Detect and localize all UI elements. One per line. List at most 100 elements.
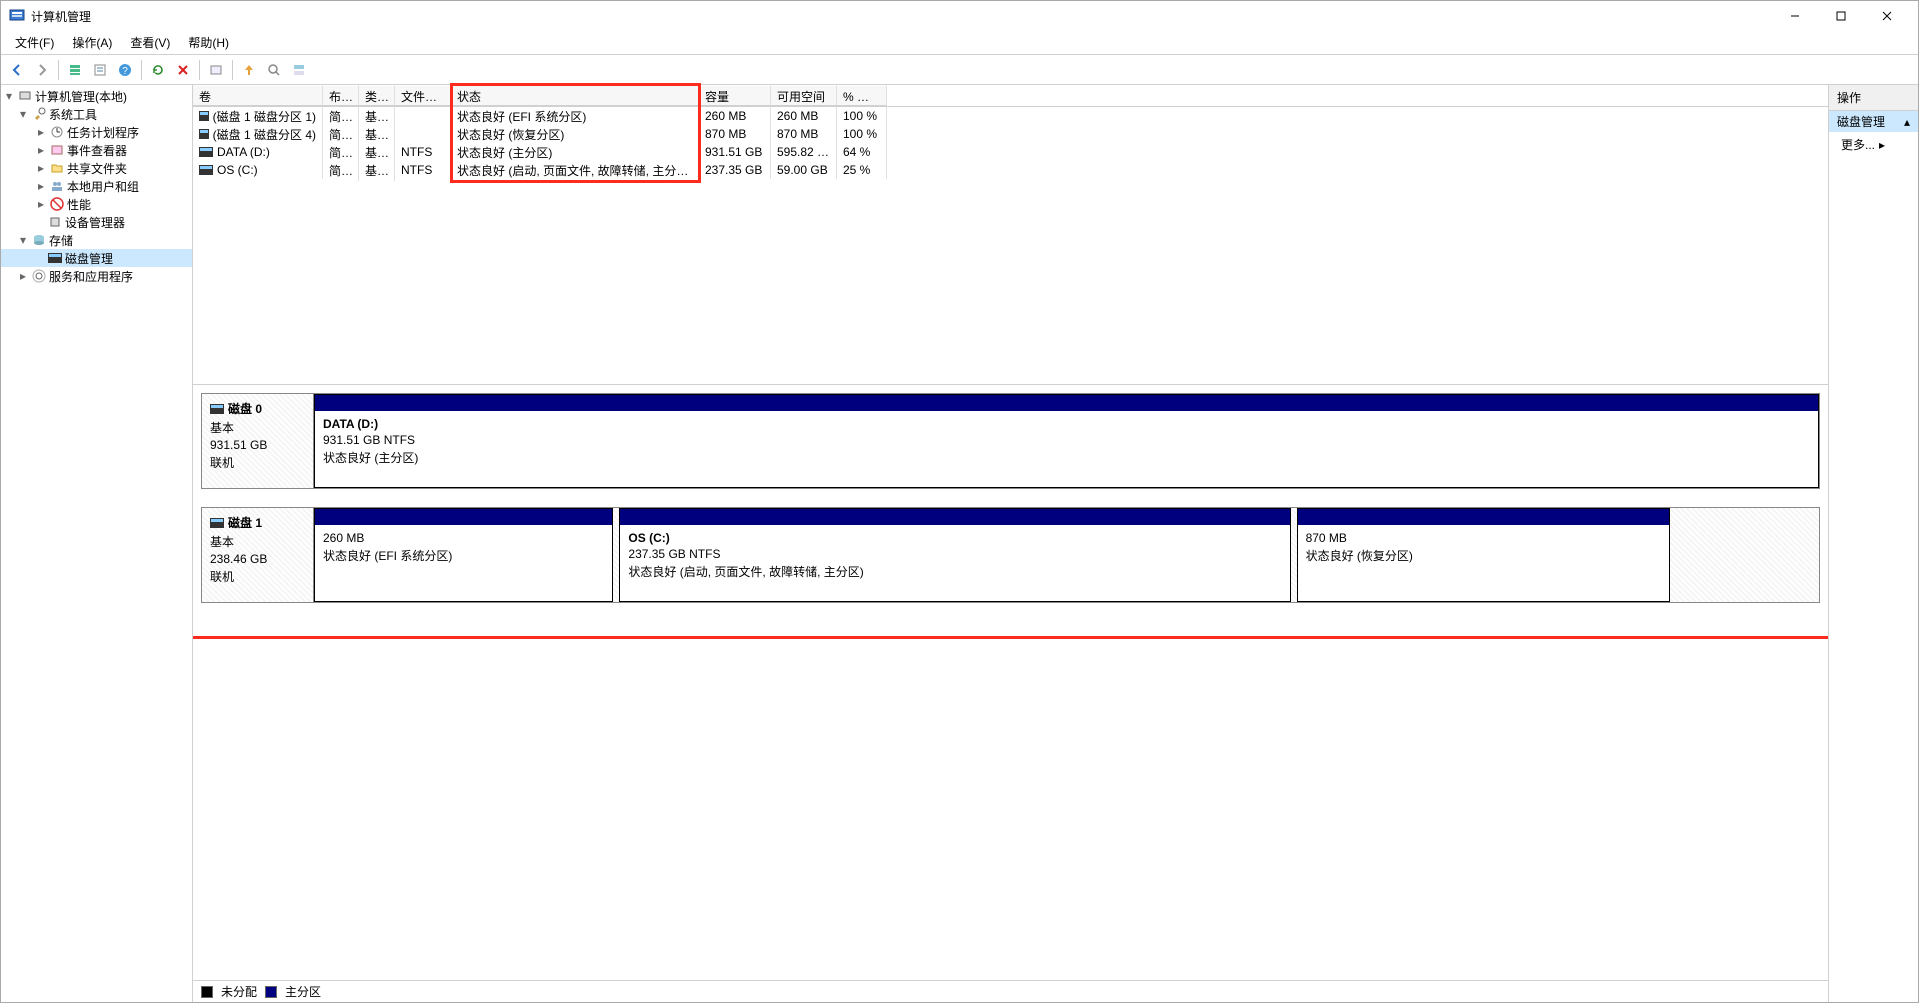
volume-list: 卷 布局 类型 文件系统 状态 容量 可用空间 % 可用 (磁盘 1 磁盘分区 … — [193, 85, 1828, 385]
expander-icon[interactable]: ▸ — [35, 143, 47, 157]
properties-button[interactable] — [88, 58, 112, 82]
expander-icon[interactable]: ▾ — [17, 107, 29, 121]
cell-capacity: 931.51 GB — [699, 143, 771, 161]
titlebar: 计算机管理 — [1, 1, 1918, 31]
expander-icon[interactable]: ▸ — [35, 179, 47, 193]
legend-swatch-unallocated — [201, 986, 213, 998]
event-icon — [49, 142, 65, 158]
disk-icon — [199, 165, 213, 175]
partition[interactable]: DATA (D:)931.51 GB NTFS状态良好 (主分区) — [314, 394, 1819, 488]
toolbar-separator — [199, 60, 200, 80]
disk-block[interactable]: 磁盘 0基本931.51 GB联机DATA (D:)931.51 GB NTFS… — [201, 393, 1820, 489]
disk-graphical-view: 磁盘 0基本931.51 GB联机DATA (D:)931.51 GB NTFS… — [193, 385, 1828, 980]
tree-root[interactable]: ▾ 计算机管理(本地) — [1, 87, 192, 105]
menu-action[interactable]: 操作(A) — [64, 32, 120, 53]
expander-icon[interactable]: ▸ — [35, 125, 47, 139]
computer-icon — [17, 88, 33, 104]
disk-status: 联机 — [210, 568, 305, 585]
tree-label: 共享文件夹 — [67, 160, 127, 177]
cell-volume: OS (C:) — [217, 163, 258, 177]
tree-system-tools[interactable]: ▾ 系统工具 — [1, 105, 192, 123]
nav-forward-button[interactable] — [30, 58, 54, 82]
list-rows[interactable]: (磁盘 1 磁盘分区 1)简单基本状态良好 (EFI 系统分区)260 MB26… — [193, 107, 1828, 384]
volume-row[interactable]: (磁盘 1 磁盘分区 1)简单基本状态良好 (EFI 系统分区)260 MB26… — [193, 107, 1828, 125]
actions-more[interactable]: 更多... ▸ — [1829, 132, 1918, 157]
up-button[interactable] — [237, 58, 261, 82]
expander-icon[interactable]: ▾ — [3, 89, 15, 103]
tree-event-viewer[interactable]: ▸ 事件查看器 — [1, 141, 192, 159]
cell-volume: (磁盘 1 磁盘分区 4) — [213, 126, 316, 143]
minimize-button[interactable] — [1772, 1, 1818, 31]
maximize-button[interactable] — [1818, 1, 1864, 31]
disk-icon — [210, 518, 224, 528]
menubar: 文件(F) 操作(A) 查看(V) 帮助(H) — [1, 31, 1918, 55]
tree-services-apps[interactable]: ▸ 服务和应用程序 — [1, 267, 192, 285]
cell-free: 59.00 GB — [771, 161, 837, 179]
tree-storage[interactable]: ▾ 存储 — [1, 231, 192, 249]
refresh-button[interactable] — [146, 58, 170, 82]
partition[interactable]: OS (C:)237.35 GB NTFS状态良好 (启动, 页面文件, 故障转… — [619, 508, 1290, 602]
help-button[interactable]: ? — [113, 58, 137, 82]
tree-label: 系统工具 — [49, 106, 97, 123]
expander-icon[interactable]: ▸ — [17, 269, 29, 283]
expander-icon[interactable]: ▾ — [17, 233, 29, 247]
partition-status: 状态良好 (启动, 页面文件, 故障转储, 主分区) — [628, 563, 1281, 580]
tree-performance[interactable]: ▸ 性能 — [1, 195, 192, 213]
partition[interactable]: 260 MB状态良好 (EFI 系统分区) — [314, 508, 613, 602]
col-volume[interactable]: 卷 — [193, 85, 323, 106]
disk-size: 238.46 GB — [210, 552, 305, 566]
col-status[interactable]: 状态 — [451, 85, 699, 106]
menu-help[interactable]: 帮助(H) — [180, 32, 237, 53]
folder-icon — [49, 160, 65, 176]
expander-icon[interactable]: ▸ — [35, 161, 47, 175]
disk-label-column[interactable]: 磁盘 0基本931.51 GB联机 — [201, 393, 313, 489]
close-button[interactable] — [1864, 1, 1910, 31]
tree-label: 磁盘管理 — [65, 250, 113, 267]
partition[interactable]: 870 MB状态良好 (恢复分区) — [1297, 508, 1671, 602]
nav-back-button[interactable] — [5, 58, 29, 82]
actions-selected[interactable]: 磁盘管理 ▴ — [1829, 111, 1918, 132]
tree-device-manager[interactable]: 设备管理器 — [1, 213, 192, 231]
menu-view[interactable]: 查看(V) — [122, 32, 178, 53]
disk-label-column[interactable]: 磁盘 1基本238.46 GB联机 — [201, 507, 313, 603]
view-list-button[interactable] — [63, 58, 87, 82]
tree-disk-management[interactable]: 磁盘管理 — [1, 249, 192, 267]
disk-size: 931.51 GB — [210, 438, 305, 452]
find-button[interactable] — [262, 58, 286, 82]
menu-file[interactable]: 文件(F) — [7, 32, 62, 53]
cell-pct: 64 % — [837, 143, 887, 161]
disk-type: 基本 — [210, 419, 305, 436]
col-layout[interactable]: 布局 — [323, 85, 359, 106]
tree-local-users[interactable]: ▸ 本地用户和组 — [1, 177, 192, 195]
toolbar: ? — [1, 55, 1918, 85]
tree-shared-folders[interactable]: ▸ 共享文件夹 — [1, 159, 192, 177]
cell-pct: 25 % — [837, 161, 887, 179]
col-capacity[interactable]: 容量 — [699, 85, 771, 106]
delete-button[interactable] — [171, 58, 195, 82]
cell-fs: NTFS — [395, 161, 451, 179]
tree-label: 设备管理器 — [65, 214, 125, 231]
volume-row[interactable]: OS (C:)简单基本NTFS状态良好 (启动, 页面文件, 故障转储, 主分区… — [193, 161, 1828, 179]
volume-row[interactable]: DATA (D:)简单基本NTFS状态良好 (主分区)931.51 GB595.… — [193, 143, 1828, 161]
app-icon — [9, 8, 25, 24]
tree-pane[interactable]: ▾ 计算机管理(本地) ▾ 系统工具 ▸ 任务计划程序 ▸ 事件查看器 ▸ — [1, 85, 193, 1002]
tree-task-scheduler[interactable]: ▸ 任务计划程序 — [1, 123, 192, 141]
window-title: 计算机管理 — [31, 8, 91, 25]
volume-row[interactable]: (磁盘 1 磁盘分区 4)简单基本状态良好 (恢复分区)870 MB870 MB… — [193, 125, 1828, 143]
clock-icon — [49, 124, 65, 140]
disk-block[interactable]: 磁盘 1基本238.46 GB联机260 MB状态良好 (EFI 系统分区)OS… — [201, 507, 1820, 603]
view-bottom-button[interactable] — [287, 58, 311, 82]
tree-label: 性能 — [67, 196, 91, 213]
cell-fs: NTFS — [395, 143, 451, 161]
col-pct[interactable]: % 可用 — [837, 85, 887, 106]
col-type[interactable]: 类型 — [359, 85, 395, 106]
cell-capacity: 870 MB — [699, 125, 771, 143]
partition-name: DATA (D:) — [323, 417, 1810, 431]
col-free[interactable]: 可用空间 — [771, 85, 837, 106]
actions-header: 操作 — [1829, 85, 1918, 111]
expander-icon[interactable]: ▸ — [35, 197, 47, 211]
tree-label: 服务和应用程序 — [49, 268, 133, 285]
options-button[interactable] — [204, 58, 228, 82]
tree-label: 任务计划程序 — [67, 124, 139, 141]
col-fs[interactable]: 文件系统 — [395, 85, 451, 106]
